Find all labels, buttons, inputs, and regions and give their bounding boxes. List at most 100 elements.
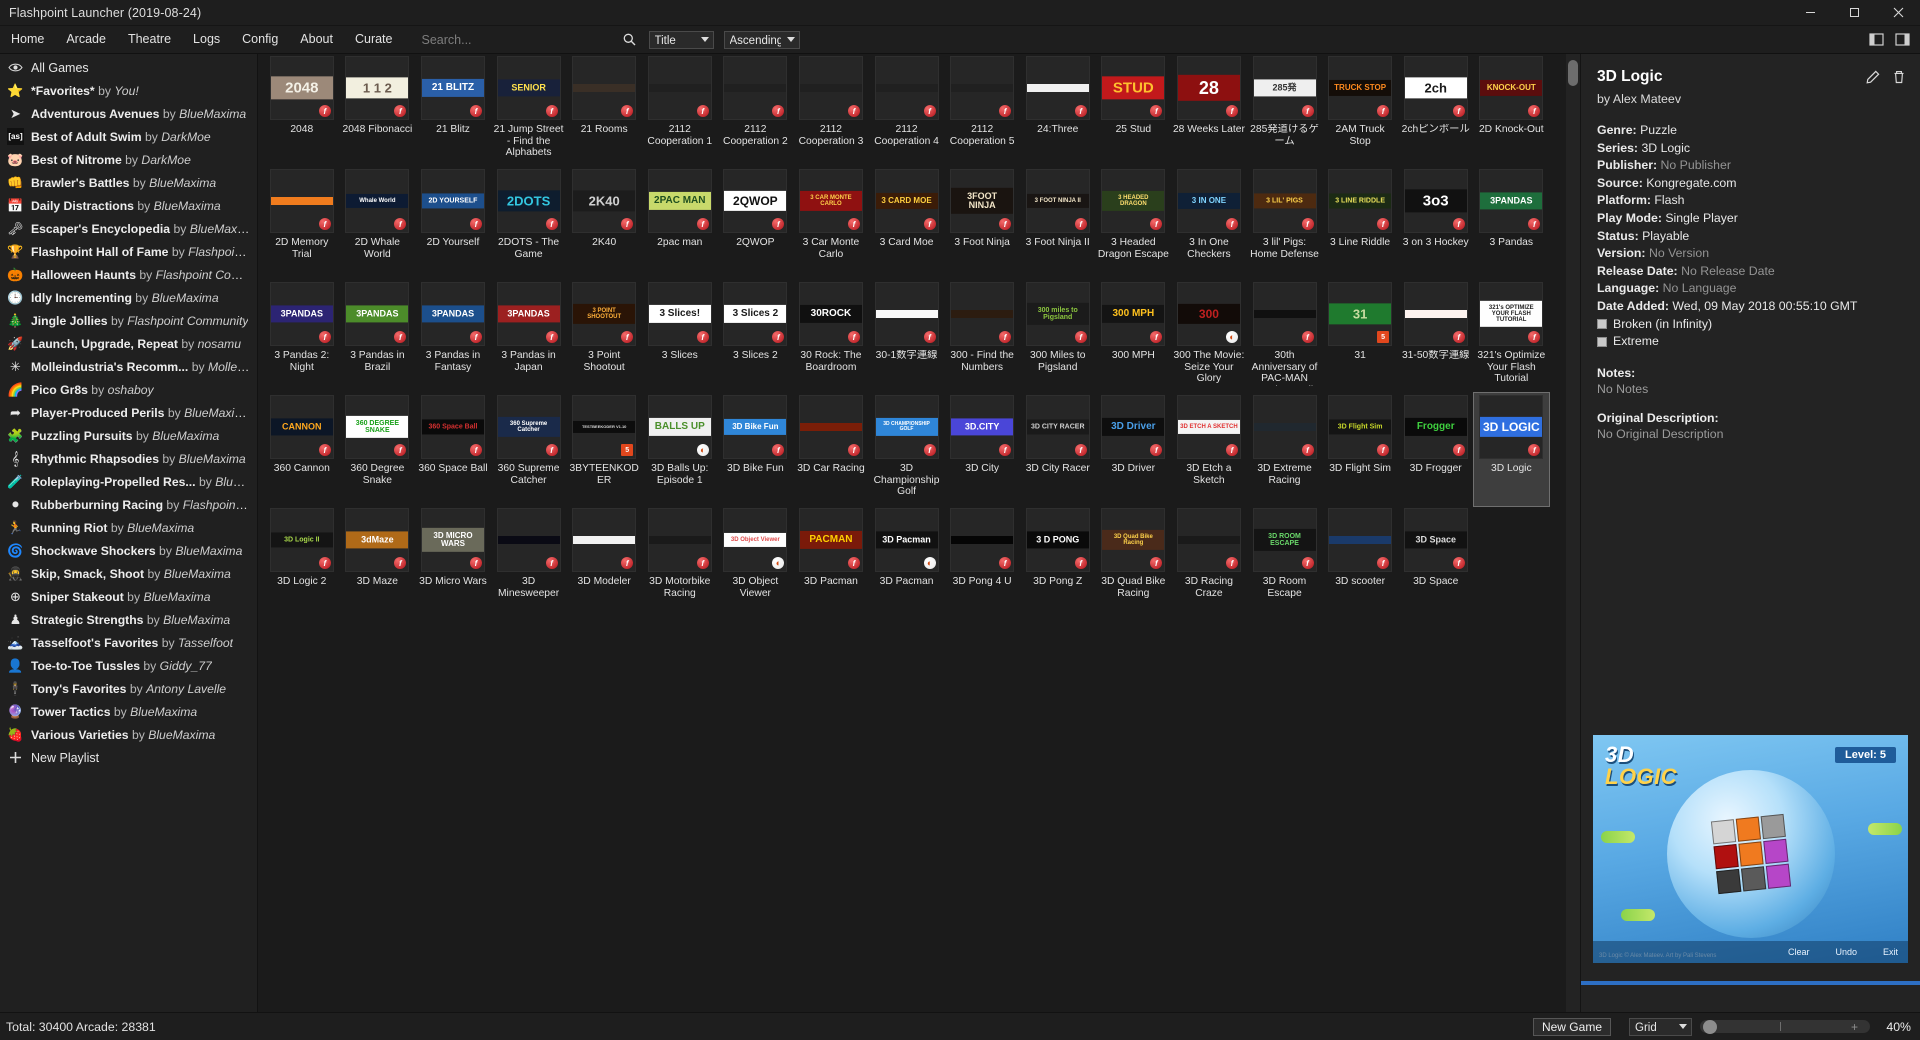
sidebar-item-playlist[interactable]: ⚫ Rubberburning Racing by Flashpoint Staf… [0, 493, 257, 516]
game-cell[interactable]: 3D ETCH A SKETCH f 3D Etch a Sketch [1171, 393, 1247, 506]
preview-button-undo[interactable]: Undo [1835, 947, 1857, 957]
sidebar-item-playlist[interactable]: 🎃 Halloween Haunts by Flashpoint Communit… [0, 263, 257, 286]
game-cell[interactable]: 31 5 31 [1322, 280, 1398, 393]
sort-order-select[interactable]: Ascending [723, 30, 800, 49]
game-cell[interactable]: f 24:Three [1020, 54, 1096, 167]
game-cell[interactable]: 2QWOP f 2QWOP [718, 167, 794, 280]
game-cell[interactable]: f 2112 Cooperation 1 [642, 54, 718, 167]
game-cell[interactable]: f 2112 Cooperation 5 [944, 54, 1020, 167]
game-cell[interactable]: f 31-50数字連線 [1398, 280, 1474, 393]
game-cell[interactable]: TESTBEEKODER V1.10 5 3BYTEENKODER [566, 393, 642, 506]
minimize-button[interactable] [1788, 0, 1832, 25]
game-cell[interactable]: 28 f 28 Weeks Later [1171, 54, 1247, 167]
game-cell[interactable]: 3dMaze f 3D Maze [340, 506, 416, 619]
game-cell[interactable]: 2ch f 2chピンボール [1398, 54, 1474, 167]
edit-layout-icon[interactable] [1867, 30, 1886, 49]
game-cell[interactable]: 3FOOT NINJA f 3 Foot Ninja [944, 167, 1020, 280]
game-cell[interactable]: 3D Bike Fun f 3D Bike Fun [718, 393, 794, 506]
game-cell[interactable]: 30ROCK f 30 Rock: The Boardroom [793, 280, 869, 393]
new-game-button[interactable]: New Game [1532, 1017, 1611, 1036]
game-cell[interactable]: 3 IN ONE f 3 In One Checkers [1171, 167, 1247, 280]
game-cell[interactable]: CANNON f 360 Cannon [264, 393, 340, 506]
game-cell[interactable]: 3D Space f 3D Space [1398, 506, 1474, 619]
sidebar-item-playlist[interactable]: ♟ Strategic Strengths by BlueMaxima [0, 608, 257, 631]
maximize-button[interactable] [1832, 0, 1876, 25]
sidebar-item-playlist[interactable]: 🧪 Roleplaying-Propelled Res... by BlueMax… [0, 470, 257, 493]
menu-item-arcade[interactable]: Arcade [55, 26, 117, 53]
game-cell[interactable]: 3D ROOM ESCAPE f 3D Room Escape [1247, 506, 1323, 619]
game-cell[interactable]: f 3D Minesweeper [491, 506, 567, 619]
game-cell[interactable]: 3 POINT SHOOTOUT f 3 Point Shootout [566, 280, 642, 393]
sidebar-item-playlist[interactable]: 🚀 Launch, Upgrade, Repeat by nosamu [0, 332, 257, 355]
game-cell[interactable]: 3PANDAS f 3 Pandas in Japan [491, 280, 567, 393]
checkbox-icon[interactable] [1597, 336, 1607, 347]
game-cell[interactable]: 2PAC MAN f 2pac man [642, 167, 718, 280]
game-cell[interactable]: f 3D Motorbike Racing [642, 506, 718, 619]
menu-item-home[interactable]: Home [0, 26, 55, 53]
game-cell[interactable]: f 2112 Cooperation 4 [869, 54, 945, 167]
game-cell[interactable]: 3D Pacman ◐ 3D Pacman [869, 506, 945, 619]
game-cell[interactable]: f 30th Anniversary of PAC-MAN Google Dood… [1247, 280, 1323, 393]
game-cell[interactable]: 3D Logic II f 3D Logic 2 [264, 506, 340, 619]
metadata-checkbox[interactable]: Broken (in Infinity) [1597, 316, 1906, 334]
sidebar-item-playlist[interactable]: ➦ Player-Produced Perils by BlueMaxima [0, 401, 257, 424]
game-cell[interactable]: f 3D Modeler [566, 506, 642, 619]
sort-field-select[interactable]: Title [648, 30, 714, 49]
sidebar-item-playlist[interactable]: 🏃 Running Riot by BlueMaxima [0, 516, 257, 539]
game-cell[interactable]: 3 D PONG f 3D Pong Z [1020, 506, 1096, 619]
game-cell[interactable]: f 3D Extreme Racing [1247, 393, 1323, 506]
game-cell[interactable]: 300 miles to Pigsland f 300 Miles to Pigsl… [1020, 280, 1096, 393]
game-cell[interactable]: 2DOTS f 2DOTS - The Game [491, 167, 567, 280]
search-icon[interactable] [621, 30, 639, 49]
sidebar-item-playlist[interactable]: 🕒 Idly Incrementing by BlueMaxima [0, 286, 257, 309]
game-cell[interactable]: 3 LINE RIDDLE f 3 Line Riddle [1322, 167, 1398, 280]
menu-item-curate[interactable]: Curate [344, 26, 404, 53]
game-cell[interactable]: 3D Object Viewer ◐ 3D Object Viewer [718, 506, 794, 619]
game-cell[interactable]: 21 BLITZ f 21 Blitz [415, 54, 491, 167]
game-cell[interactable]: 3 Slices 2 f 3 Slices 2 [718, 280, 794, 393]
trash-icon[interactable] [1891, 69, 1906, 85]
game-cell[interactable]: f 21 Rooms [566, 54, 642, 167]
sidebar-item-playlist[interactable]: 📅 Daily Distractions by BlueMaxima [0, 194, 257, 217]
metadata-checkbox[interactable]: Extreme [1597, 333, 1906, 351]
game-cell[interactable]: 3 Slices! f 3 Slices [642, 280, 718, 393]
pencil-icon[interactable] [1865, 69, 1880, 85]
sidebar-item-playlist[interactable]: ✳ Molleindustria's Recomm... by Molleind.… [0, 355, 257, 378]
game-cell[interactable]: 3D.CITY f 3D City [944, 393, 1020, 506]
sidebar-item-playlist[interactable]: 👤 Toe-to-Toe Tussles by Giddy_77 [0, 654, 257, 677]
game-cell[interactable]: 360 Space Ball f 360 Space Ball [415, 393, 491, 506]
sidebar-item-playlist[interactable]: 🌈 Pico Gr8s by oshaboy [0, 378, 257, 401]
close-button[interactable] [1876, 0, 1920, 25]
sidebar-item-playlist[interactable]: 🔮 Tower Tactics by BlueMaxima [0, 700, 257, 723]
game-cell[interactable]: 3 LIL' PIGS f 3 lil' Pigs: Home Defense [1247, 167, 1323, 280]
game-cell[interactable]: 3D LOGIC f 3D Logic [1472, 392, 1551, 507]
sidebar-item-playlist[interactable]: [as] Best of Adult Swim by DarkMoe [0, 125, 257, 148]
game-cell[interactable]: 3D Quad Bike Racing f 3D Quad Bike Racing [1096, 506, 1172, 619]
sidebar-item-playlist[interactable]: ⭐ *Favorites* by You! [0, 79, 257, 102]
game-cell[interactable]: f 3D Racing Craze [1171, 506, 1247, 619]
game-cell[interactable]: 3D MICRO WARS f 3D Micro Wars [415, 506, 491, 619]
game-cell[interactable]: STUD f 25 Stud [1096, 54, 1172, 167]
game-cell[interactable]: 3 FOOT NINJA II f 3 Foot Ninja II [1020, 167, 1096, 280]
game-cell[interactable]: 3o3 f 3 on 3 Hockey [1398, 167, 1474, 280]
game-cell[interactable]: 360 Supreme Catcher f 360 Supreme Catcher [491, 393, 567, 506]
menu-item-about[interactable]: About [289, 26, 344, 53]
search-input[interactable] [419, 29, 615, 50]
game-cell[interactable]: 321's OPTIMIZE YOUR FLASH TUTORIAL f 321's… [1474, 280, 1550, 393]
sidebar-item-playlist[interactable]: 🗝 Escaper's Encyclopedia by BlueMaxima [0, 217, 257, 240]
game-cell[interactable]: 285発 f 285発道けるゲーム [1247, 54, 1323, 167]
preview-button-exit[interactable]: Exit [1883, 947, 1898, 957]
game-cell[interactable]: 3D Driver f 3D Driver [1096, 393, 1172, 506]
sidebar-item-new-playlist[interactable]: New Playlist [0, 746, 257, 769]
game-screenshot-preview[interactable]: 3D LOGIC Level: 5 3D Logic © Alex Mateev… [1593, 735, 1908, 963]
toggle-panel-icon[interactable] [1893, 30, 1912, 49]
game-cell[interactable]: 2K40 f 2K40 [566, 167, 642, 280]
game-cell[interactable]: f 300 - Find the Numbers [944, 280, 1020, 393]
game-cell[interactable]: 300 MPH f 300 MPH [1096, 280, 1172, 393]
game-grid-scroll[interactable]: 2048 f 2048 1 1 2 f 2048 Fibonacci 21 BLITZ f 21… [258, 54, 1566, 1012]
game-cell[interactable]: 3D Flight Sim f 3D Flight Sim [1322, 393, 1398, 506]
sidebar-item-playlist[interactable]: 🎄 Jingle Jollies by Flashpoint Community [0, 309, 257, 332]
game-cell[interactable]: 3PANDAS f 3 Pandas [1474, 167, 1550, 280]
game-cell[interactable]: 3D CITY RACER f 3D City Racer [1020, 393, 1096, 506]
game-cell[interactable]: f 30-1数字連線 [869, 280, 945, 393]
